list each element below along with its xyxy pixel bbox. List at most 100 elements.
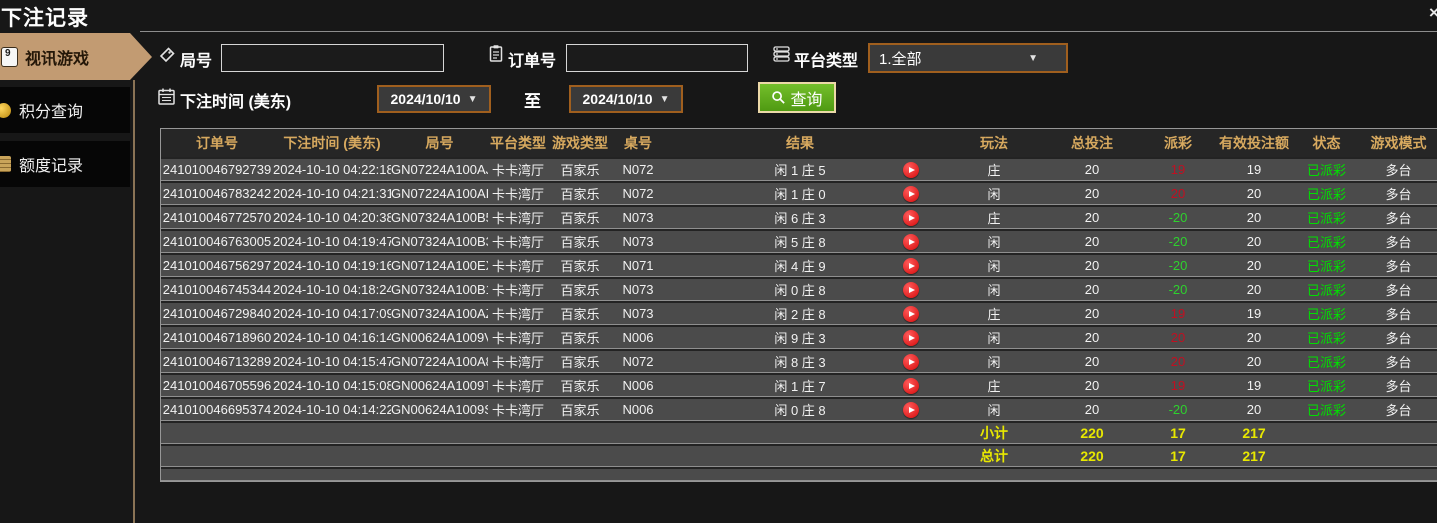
play-video-button[interactable] bbox=[903, 234, 919, 250]
play-video-button[interactable] bbox=[903, 282, 919, 298]
cell-total-bet: 20 bbox=[1042, 301, 1142, 325]
play-video-button[interactable] bbox=[903, 402, 919, 418]
play-icon bbox=[909, 407, 915, 413]
betting-records-window: 下注记录 × 9 视讯游戏 积分查询 额度记录 局号 订单号 平台类型 1.全部… bbox=[0, 0, 1437, 523]
cell-replay bbox=[876, 229, 946, 253]
cell-play: 庄 bbox=[946, 205, 1042, 229]
table-row: 2410100467132892024-10-10 04:15:47GN0722… bbox=[161, 349, 1437, 373]
cell-replay bbox=[876, 253, 946, 277]
cell-status: 已派彩 bbox=[1294, 397, 1359, 421]
cell-game-mode: 多台 bbox=[1359, 157, 1437, 181]
cell-bet-time: 2024-10-10 04:19:16 bbox=[273, 253, 391, 277]
play-video-button[interactable] bbox=[903, 210, 919, 226]
play-video-button[interactable] bbox=[903, 330, 919, 346]
search-button-label: 查询 bbox=[790, 86, 822, 110]
total-total-bet: 220 bbox=[1042, 444, 1142, 467]
cell-game-mode: 多台 bbox=[1359, 181, 1437, 205]
cell-bet-time: 2024-10-10 04:17:09 bbox=[273, 301, 391, 325]
cell-round-no: GN07224A100A8 bbox=[391, 349, 488, 373]
cell-order-no: 241010046718960 bbox=[161, 325, 273, 349]
cell-status: 已派彩 bbox=[1294, 349, 1359, 373]
date-to-select[interactable]: 2024/10/10 ▼ bbox=[569, 85, 683, 113]
table-row: 2410100467630052024-10-10 04:19:47GN0732… bbox=[161, 229, 1437, 253]
total-spacer bbox=[161, 444, 946, 467]
col-header-table-no: 桌号 bbox=[612, 129, 664, 157]
sidebar-item-points-query[interactable]: 积分查询 bbox=[0, 87, 130, 133]
play-video-button[interactable] bbox=[903, 162, 919, 178]
cell-game-type: 百家乐 bbox=[548, 229, 612, 253]
order-number-label: 订单号 bbox=[508, 47, 556, 71]
play-icon bbox=[909, 359, 915, 365]
play-video-button[interactable] bbox=[903, 378, 919, 394]
cell-table-no: N072 bbox=[612, 181, 664, 205]
cell-payout: -20 bbox=[1142, 205, 1214, 229]
play-video-button[interactable] bbox=[903, 186, 919, 202]
cell-payout: -20 bbox=[1142, 397, 1214, 421]
col-header-game-type: 游戏类型 bbox=[548, 129, 612, 157]
cell-status: 已派彩 bbox=[1294, 325, 1359, 349]
chevron-down-icon: ▼ bbox=[1028, 53, 1038, 64]
sidebar-item-quota-records[interactable]: 额度记录 bbox=[0, 141, 130, 187]
cell-play: 庄 bbox=[946, 301, 1042, 325]
cell-order-no: 241010046763005 bbox=[161, 229, 273, 253]
cell-status: 已派彩 bbox=[1294, 301, 1359, 325]
cell-bet-time: 2024-10-10 04:14:22 bbox=[273, 397, 391, 421]
cell-valid-bet: 20 bbox=[1214, 181, 1294, 205]
cell-payout: 19 bbox=[1142, 157, 1214, 181]
cell-round-no: GN07324A100AZ bbox=[391, 301, 488, 325]
sidebar-item-label: 视讯游戏 bbox=[25, 45, 89, 69]
cell-order-no: 241010046792739 bbox=[161, 157, 273, 181]
list-icon bbox=[772, 45, 791, 63]
cell-bet-time: 2024-10-10 04:15:08 bbox=[273, 373, 391, 397]
cell-payout: 19 bbox=[1142, 373, 1214, 397]
play-video-button[interactable] bbox=[903, 354, 919, 370]
col-header-valid-bet: 有效投注额 bbox=[1214, 129, 1294, 157]
table-row: 2410100467562972024-10-10 04:19:16GN0712… bbox=[161, 253, 1437, 277]
platform-type-select[interactable]: 1.全部 ▼ bbox=[868, 43, 1068, 73]
close-icon[interactable]: × bbox=[1429, 3, 1437, 23]
cell-platform: 卡卡湾厅 bbox=[488, 397, 548, 421]
empty-row bbox=[161, 467, 1437, 481]
cell-play: 闲 bbox=[946, 277, 1042, 301]
cell-order-no: 241010046745344 bbox=[161, 277, 273, 301]
cell-result: 闲 0 庄 8 bbox=[664, 277, 876, 301]
date-from-select[interactable]: 2024/10/10 ▼ bbox=[377, 85, 491, 113]
cell-play: 庄 bbox=[946, 157, 1042, 181]
col-header-play: 玩法 bbox=[946, 129, 1042, 157]
col-header-result: 结果 bbox=[664, 129, 876, 157]
col-header-payout: 派彩 bbox=[1142, 129, 1214, 157]
cell-valid-bet: 20 bbox=[1214, 397, 1294, 421]
cell-platform: 卡卡湾厅 bbox=[488, 181, 548, 205]
cell-status: 已派彩 bbox=[1294, 229, 1359, 253]
search-button[interactable]: 查询 bbox=[758, 82, 836, 113]
cell-game-mode: 多台 bbox=[1359, 349, 1437, 373]
cell-total-bet: 20 bbox=[1042, 277, 1142, 301]
round-number-input[interactable] bbox=[221, 44, 444, 72]
cell-bet-time: 2024-10-10 04:15:47 bbox=[273, 349, 391, 373]
cell-total-bet: 20 bbox=[1042, 349, 1142, 373]
cell-valid-bet: 20 bbox=[1214, 205, 1294, 229]
cell-order-no: 241010046705596 bbox=[161, 373, 273, 397]
order-number-input[interactable] bbox=[566, 44, 748, 72]
title-divider bbox=[140, 31, 1437, 32]
cell-total-bet: 20 bbox=[1042, 181, 1142, 205]
cell-valid-bet: 20 bbox=[1214, 229, 1294, 253]
sidebar-item-video-games[interactable]: 9 视讯游戏 bbox=[0, 33, 130, 80]
play-icon bbox=[909, 311, 915, 317]
cell-round-no: GN07324A100B3 bbox=[391, 229, 488, 253]
cell-order-no: 241010046713289 bbox=[161, 349, 273, 373]
cell-order-no: 241010046729840 bbox=[161, 301, 273, 325]
play-video-button[interactable] bbox=[903, 258, 919, 274]
col-header-bet-time: 下注时间 (美东) bbox=[273, 129, 391, 157]
play-video-button[interactable] bbox=[903, 306, 919, 322]
cell-payout: 20 bbox=[1142, 181, 1214, 205]
cell-round-no: GN07224A100AI bbox=[391, 181, 488, 205]
cell-payout: -20 bbox=[1142, 253, 1214, 277]
cell-table-no: N071 bbox=[612, 253, 664, 277]
page-title: 下注记录 bbox=[1, 2, 89, 32]
cell-result: 闲 1 庄 5 bbox=[664, 157, 876, 181]
cell-game-mode: 多台 bbox=[1359, 277, 1437, 301]
cell-bet-time: 2024-10-10 04:21:31 bbox=[273, 181, 391, 205]
cell-total-bet: 20 bbox=[1042, 229, 1142, 253]
cell-platform: 卡卡湾厅 bbox=[488, 253, 548, 277]
